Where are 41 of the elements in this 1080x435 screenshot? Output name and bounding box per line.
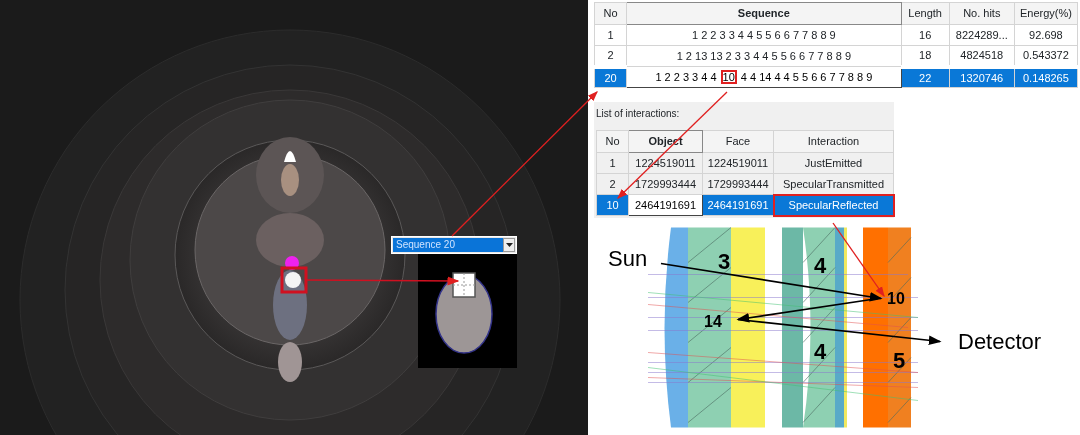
sequence-text: 1 2 2 3 3 4 4 [654,70,718,83]
dropdown-value: Sequence 20 [393,238,503,252]
column-header[interactable]: Length [901,2,950,25]
caret-icon [505,243,513,247]
table-cell: 1 2 13 13 2 3 3 4 4 5 5 6 6 7 7 8 8 9 [626,45,902,67]
column-header[interactable]: Interaction [773,130,894,153]
column-header[interactable]: No. hits [949,2,1015,25]
diagram-label: 5 [893,347,906,373]
table-cell: SpecularReflected [773,194,894,216]
highlight-frame [280,266,308,294]
panel-title: List of interactions: [596,107,681,121]
table-cell: 0.148265 [1014,66,1078,88]
table-cell: 1 [594,24,627,46]
table-cell: 1729993444 [702,173,774,195]
table-cell: 1320746 [949,66,1015,88]
column-header[interactable]: Sequence [626,2,902,25]
diagram-label: 10 [887,289,905,307]
table-cell: 2 [596,173,629,195]
table-cell: 1 2 2 3 3 4 4 5 5 6 6 7 7 8 8 9 [626,24,902,46]
table-cell: 1729993444 [628,173,703,195]
table-cell: 1 [596,152,629,174]
table-cell: 8224289... [949,24,1015,46]
highlighted-number: 10 [721,70,736,83]
column-header[interactable]: Energy(%) [1014,2,1078,25]
table-cell: 20 [594,66,627,88]
column-header[interactable]: Face [702,130,774,153]
diagram-label: 4 [814,338,827,364]
sequence-text: 4 4 14 4 4 5 5 6 6 7 7 8 8 9 [739,70,874,83]
column-header[interactable]: No [596,130,629,153]
column-header[interactable]: No [594,2,627,25]
diagram-label: Sun [608,245,648,271]
table-cell: 1224519011 [702,152,774,174]
table-cell: JustEmitted [773,152,894,174]
diagram-label: Detector [958,328,1042,354]
sequence-dropdown[interactable]: Sequence 20 [391,236,517,254]
table-cell: 16 [901,24,950,46]
diagram-label: 14 [704,312,722,330]
table-cell: 22 [901,66,950,88]
diagram-label: 4 [814,252,827,278]
table-cell: 92.698 [1014,24,1078,46]
diagram-label: 3 [718,248,731,274]
